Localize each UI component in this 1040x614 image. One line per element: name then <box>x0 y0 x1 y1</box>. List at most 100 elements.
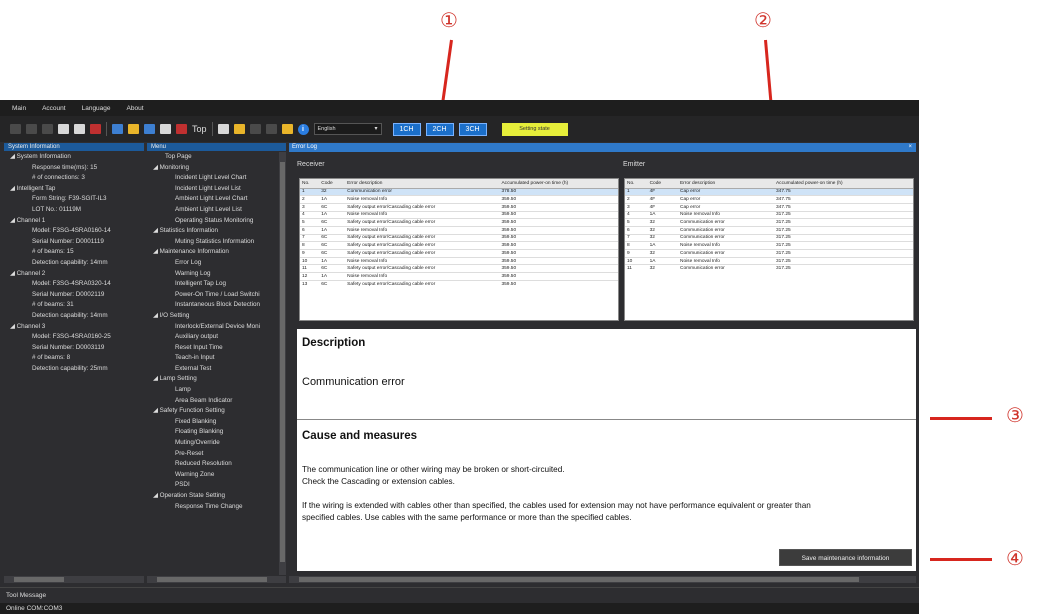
menu-item[interactable]: ◢ Maintenance Information <box>153 247 279 258</box>
menu-vscroll[interactable] <box>279 152 286 575</box>
table-row[interactable]: 10 1A Noise removal Info 359.50 <box>300 256 618 265</box>
monitor-icon[interactable] <box>112 124 123 134</box>
error-log-hscroll-thumb[interactable] <box>299 577 859 582</box>
menu-vscroll-thumb[interactable] <box>280 162 285 562</box>
column-header[interactable]: Code <box>319 179 346 189</box>
menu-item[interactable]: Ambient Light Level List <box>153 205 279 216</box>
download-icon[interactable] <box>74 124 85 134</box>
table-icon[interactable] <box>160 124 171 134</box>
menu-item[interactable]: Warning Zone <box>153 470 279 481</box>
menu-item[interactable]: Power-On Time / Load Switchi <box>153 290 279 301</box>
menu-item[interactable]: ◢ Monitoring <box>153 163 279 174</box>
open-icon[interactable] <box>26 124 37 134</box>
menu-item[interactable]: Muting/Override <box>153 438 279 449</box>
menu-item[interactable]: ◢ Operation State Setting <box>153 491 279 502</box>
upload-icon[interactable] <box>58 124 69 134</box>
column-header[interactable]: Code <box>647 179 678 189</box>
compare-icon[interactable] <box>90 124 101 134</box>
table-row[interactable]: 2 4F Cap error 347.75 <box>625 195 913 204</box>
system-info-hscroll-thumb[interactable] <box>14 577 64 582</box>
key-icon[interactable] <box>233 124 245 134</box>
menu-item[interactable]: Area Beam Indicator <box>153 396 279 407</box>
report-icon[interactable] <box>128 124 139 134</box>
table-row[interactable]: 5 6C Safety output error/Cascading cable e… <box>300 218 618 227</box>
table-row[interactable]: 8 6C Safety output error/Cascading cable e… <box>300 241 618 250</box>
menu-item[interactable]: Pre-Reset <box>153 449 279 460</box>
column-header[interactable]: Error description <box>345 179 500 189</box>
table-row[interactable]: 13 6C Safety output error/Cascading cable … <box>300 279 618 288</box>
menu-item[interactable]: Warning Log <box>153 269 279 280</box>
channel-1-button[interactable]: 1CH <box>392 122 421 136</box>
menu-item[interactable]: Muting Statistics Information <box>153 237 279 248</box>
menu-item[interactable]: Top Page <box>153 152 279 163</box>
menu-language[interactable]: Language <box>82 105 111 112</box>
menu-account[interactable]: Account <box>42 105 66 112</box>
menu-item[interactable]: Reset Input Time <box>153 343 279 354</box>
column-header[interactable]: No. <box>625 179 648 189</box>
info-icon[interactable]: i <box>297 123 309 135</box>
menu-item[interactable]: Fixed Blanking <box>153 417 279 428</box>
table-row[interactable]: 10 1A Noise removal Info 317.25 <box>625 256 913 265</box>
menu-item[interactable]: ◢ Statistics Information <box>153 226 279 237</box>
column-header[interactable]: Accumulated power-on time (h) <box>773 179 913 189</box>
menu-item[interactable]: Ambient Light Level Chart <box>153 194 279 205</box>
menu-item[interactable]: Error Log <box>153 258 279 269</box>
channel-2-button[interactable]: 2CH <box>425 122 454 136</box>
menu-hscroll-thumb[interactable] <box>157 577 267 582</box>
top-button[interactable]: Top <box>192 124 207 134</box>
table-row[interactable]: 1 32 Communication error 378.50 <box>300 187 618 196</box>
new-icon[interactable] <box>10 124 21 134</box>
menu-item[interactable]: Lamp <box>153 385 279 396</box>
menu-item[interactable]: ◢ I/O Setting <box>153 311 279 322</box>
table-row[interactable]: 11 6C Safety output error/Cascading cable … <box>300 264 618 273</box>
table-row[interactable]: 7 32 Communication error 317.25 <box>625 233 913 242</box>
table-row[interactable]: 4 1A Noise removal Info 317.25 <box>625 210 913 219</box>
table-row[interactable]: 9 32 Communication error 317.25 <box>625 249 913 258</box>
table-row[interactable]: 4 1A Noise removal Info 359.50 <box>300 210 618 219</box>
menu-item[interactable]: Instantaneous Block Detection <box>153 300 279 311</box>
table-row[interactable]: 3 6C Safety output error/Cascading cable e… <box>300 202 618 212</box>
lock-icon[interactable] <box>249 124 261 134</box>
menu-item[interactable]: Operating Status Monitoring <box>153 216 279 227</box>
window-icon[interactable] <box>217 124 229 134</box>
table-row[interactable]: 11 32 Communication error 317.25 <box>625 264 913 273</box>
table-row[interactable]: 5 32 Communication error 317.25 <box>625 218 913 227</box>
table-row[interactable]: 2 1A Noise removal Info 359.50 <box>300 195 618 204</box>
table-row[interactable]: 9 6C Safety output error/Cascading cable e… <box>300 249 618 258</box>
table-row[interactable]: 12 1A Noise removal Info 359.50 <box>300 272 618 281</box>
save-maintenance-button[interactable]: Save maintenance information <box>779 549 912 566</box>
menu-main[interactable]: Main <box>12 105 26 112</box>
menu-item[interactable]: Auxiliary output <box>153 332 279 343</box>
menu-item[interactable]: Reduced Resolution <box>153 459 279 470</box>
menu-item[interactable]: Response Time Change <box>153 502 279 513</box>
table-row[interactable]: 3 4F Cap error 347.75 <box>625 202 913 212</box>
close-icon[interactable]: × <box>908 143 912 152</box>
table-row[interactable]: 6 1A Noise removal Info 359.50 <box>300 225 618 235</box>
language-select[interactable]: English <box>313 123 382 135</box>
menu-item[interactable]: Incident Light Level Chart <box>153 173 279 184</box>
person-icon[interactable] <box>176 124 187 134</box>
menu-item[interactable]: ◢ Safety Function Setting <box>153 406 279 417</box>
menu-item[interactable]: Intelligent Tap Log <box>153 279 279 290</box>
menu-item[interactable]: Teach-in Input <box>153 353 279 364</box>
menu-about[interactable]: About <box>127 105 144 112</box>
save-icon[interactable] <box>42 124 53 134</box>
menu-item[interactable]: Floating Blanking <box>153 427 279 438</box>
tool-icon[interactable] <box>265 124 277 134</box>
menu-item[interactable]: Interlock/External Device Moni <box>153 322 279 333</box>
table-row[interactable]: 1 4F Cap error 347.75 <box>625 187 913 196</box>
column-header[interactable]: No. <box>300 179 320 189</box>
column-header[interactable]: Error description <box>677 179 774 189</box>
system-info-hscroll[interactable] <box>4 576 144 583</box>
menu-hscroll[interactable] <box>147 576 286 583</box>
menu-item[interactable]: ◢ Lamp Setting <box>153 374 279 385</box>
error-log-hscroll[interactable] <box>289 576 916 583</box>
menu-item[interactable]: External Test <box>153 364 279 375</box>
menu-item[interactable]: Incident Light Level List <box>153 184 279 195</box>
password-icon[interactable] <box>281 124 293 134</box>
list-icon[interactable] <box>144 124 155 134</box>
menu-item[interactable]: PSDI <box>153 480 279 491</box>
table-row[interactable]: 8 1A Noise removal Info 317.25 <box>625 241 913 250</box>
column-header[interactable]: Accumulated power-on time (h) <box>499 179 618 189</box>
table-row[interactable]: 6 32 Communication error 317.25 <box>625 225 913 235</box>
